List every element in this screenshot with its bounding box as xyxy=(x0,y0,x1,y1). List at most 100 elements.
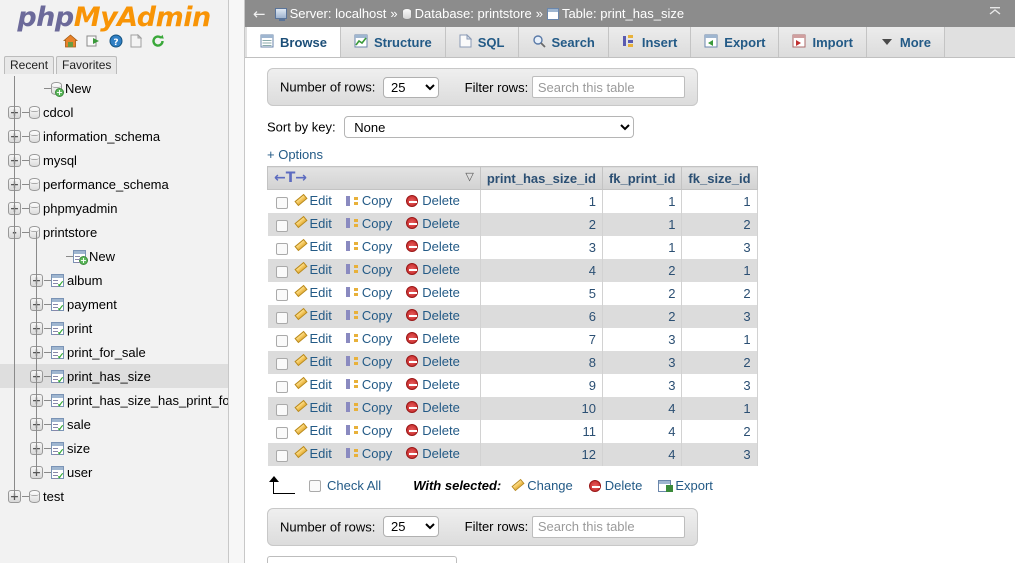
row-delete-button[interactable]: Delete xyxy=(406,354,464,369)
cell-print_has_size_id[interactable]: 6 xyxy=(479,304,603,328)
cell-fk_print_id[interactable]: 4 xyxy=(601,442,683,466)
tree-item-new[interactable]: + New xyxy=(0,76,228,100)
tree-item-phpmyadmin[interactable]: +phpmyadmin xyxy=(0,196,228,220)
cell-fk_print_id[interactable]: 2 xyxy=(601,281,683,305)
table-row[interactable]: Edit Copy Delete 3 1 3 xyxy=(267,235,758,259)
row-delete-button[interactable]: Delete xyxy=(406,216,464,231)
tree-item-test[interactable]: + test xyxy=(0,484,228,508)
cell-print_has_size_id[interactable]: 1 xyxy=(479,189,603,213)
cell-print_has_size_id[interactable]: 4 xyxy=(479,258,603,282)
tab-import[interactable]: Import xyxy=(779,27,867,57)
cell-fk_print_id[interactable]: 1 xyxy=(601,212,683,236)
table-row[interactable]: Edit Copy Delete 12 4 3 xyxy=(267,442,758,466)
row-checkbox[interactable] xyxy=(275,311,288,324)
row-copy-button[interactable]: Copy xyxy=(345,377,396,392)
row-checkbox[interactable] xyxy=(275,426,288,439)
bottom-number-of-rows-select[interactable]: 2550100250500 xyxy=(383,516,439,537)
row-delete-button[interactable]: Delete xyxy=(406,400,464,415)
row-copy-button[interactable]: Copy xyxy=(345,423,396,438)
row-edit-button[interactable]: Edit xyxy=(294,400,336,415)
row-checkbox[interactable] xyxy=(275,219,288,232)
cell-fk_size_id[interactable]: 3 xyxy=(681,304,758,328)
cell-print_has_size_id[interactable]: 12 xyxy=(479,442,603,466)
cell-fk_size_id[interactable]: 3 xyxy=(681,235,758,259)
row-copy-button[interactable]: Copy xyxy=(345,285,396,300)
tree-item-album[interactable]: +✓album xyxy=(0,268,228,292)
check-all-control[interactable]: Check All xyxy=(309,478,381,493)
row-checkbox[interactable] xyxy=(275,334,288,347)
delete-button[interactable]: Delete xyxy=(588,478,642,493)
change-button[interactable]: Change xyxy=(511,478,573,493)
cell-print_has_size_id[interactable]: 2 xyxy=(479,212,603,236)
cell-print_has_size_id[interactable]: 9 xyxy=(479,373,603,397)
tab-structure[interactable]: Structure xyxy=(340,27,446,57)
cell-fk_print_id[interactable]: 4 xyxy=(601,396,683,420)
table-row[interactable]: Edit Copy Delete 11 4 2 xyxy=(267,419,758,443)
row-copy-button[interactable]: Copy xyxy=(345,400,396,415)
row-edit-button[interactable]: Edit xyxy=(294,423,336,438)
row-copy-button[interactable]: Copy xyxy=(345,331,396,346)
row-copy-button[interactable]: Copy xyxy=(345,354,396,369)
cell-fk_print_id[interactable]: 3 xyxy=(601,350,683,374)
row-edit-button[interactable]: Edit xyxy=(294,262,336,277)
row-delete-button[interactable]: Delete xyxy=(406,193,464,208)
tree-item-print-has-size-has-print-for[interactable]: +✓print_has_size_has_print_for_ xyxy=(0,388,228,412)
row-copy-button[interactable]: Copy xyxy=(345,446,396,461)
table-row[interactable]: Edit Copy Delete 8 3 2 xyxy=(267,350,758,374)
tree-item-new[interactable]: + New xyxy=(0,244,228,268)
row-copy-button[interactable]: Copy xyxy=(345,193,396,208)
table-row[interactable]: Edit Copy Delete 4 2 1 xyxy=(267,258,758,282)
home-icon[interactable] xyxy=(63,34,79,53)
tree-item-user[interactable]: + ✓ user xyxy=(0,460,228,484)
tab-sql[interactable]: SQL xyxy=(445,27,519,57)
row-delete-button[interactable]: Delete xyxy=(406,423,464,438)
row-delete-button[interactable]: Delete xyxy=(406,308,464,323)
cell-fk_size_id[interactable]: 1 xyxy=(681,258,758,282)
row-checkbox[interactable] xyxy=(275,265,288,278)
tree-item-cdcol[interactable]: +cdcol xyxy=(0,100,228,124)
cell-fk_size_id[interactable]: 3 xyxy=(681,373,758,397)
cell-fk_size_id[interactable]: 1 xyxy=(681,189,758,213)
tab-insert[interactable]: Insert xyxy=(608,27,692,57)
tree-item-print[interactable]: +✓print xyxy=(0,316,228,340)
tab-search[interactable]: Search xyxy=(518,27,609,57)
sidebar-resize-handle[interactable] xyxy=(228,0,245,563)
row-delete-button[interactable]: Delete xyxy=(406,262,464,277)
row-delete-button[interactable]: Delete xyxy=(406,239,464,254)
row-edit-button[interactable]: Edit xyxy=(294,308,336,323)
tree-item-size[interactable]: +✓size xyxy=(0,436,228,460)
chevron-down-icon[interactable]: ▽ xyxy=(465,170,473,183)
breadcrumb-database[interactable]: Database: printstore xyxy=(401,6,532,21)
bottom-filter-rows-input[interactable] xyxy=(531,515,685,538)
row-delete-button[interactable]: Delete xyxy=(406,446,464,461)
cell-print_has_size_id[interactable]: 10 xyxy=(479,396,603,420)
table-row[interactable]: Edit Copy Delete 7 3 1 xyxy=(267,327,758,351)
cell-print_has_size_id[interactable]: 3 xyxy=(479,235,603,259)
sidebar-tab-favorites[interactable]: Favorites xyxy=(56,56,118,75)
cell-fk_size_id[interactable]: 2 xyxy=(681,350,758,374)
tab-browse[interactable]: Browse xyxy=(247,27,341,57)
refresh-icon[interactable] xyxy=(151,34,165,53)
top-filter-rows-input[interactable] xyxy=(531,76,685,98)
back-arrow-icon[interactable]: ← xyxy=(253,5,266,23)
sidebar-tab-recent[interactable]: Recent xyxy=(4,56,55,75)
row-delete-button[interactable]: Delete xyxy=(406,285,464,300)
row-copy-button[interactable]: Copy xyxy=(345,262,396,277)
row-copy-button[interactable]: Copy xyxy=(345,216,396,231)
cell-fk_print_id[interactable]: 1 xyxy=(601,235,683,259)
row-checkbox[interactable] xyxy=(275,403,288,416)
breadcrumb-table[interactable]: Table: print_has_size xyxy=(546,6,684,21)
row-edit-button[interactable]: Edit xyxy=(294,239,336,254)
check-all-checkbox[interactable] xyxy=(309,479,321,492)
tree-item-print-has-size[interactable]: +✓print_has_size xyxy=(0,364,228,389)
tree-item-printstore[interactable]: -printstore xyxy=(0,220,228,244)
row-edit-button[interactable]: Edit xyxy=(294,193,336,208)
cell-print_has_size_id[interactable]: 8 xyxy=(479,350,603,374)
row-delete-button[interactable]: Delete xyxy=(406,331,464,346)
sort-by-key-select[interactable]: None xyxy=(344,116,635,138)
table-row[interactable]: Edit Copy Delete 1 1 1 xyxy=(267,189,758,213)
logout-icon[interactable] xyxy=(86,34,101,53)
top-number-of-rows-select[interactable]: 2550100250500 xyxy=(383,76,439,98)
options-toggle-link[interactable]: + Options xyxy=(267,147,1015,162)
cell-fk_print_id[interactable]: 4 xyxy=(601,419,683,443)
